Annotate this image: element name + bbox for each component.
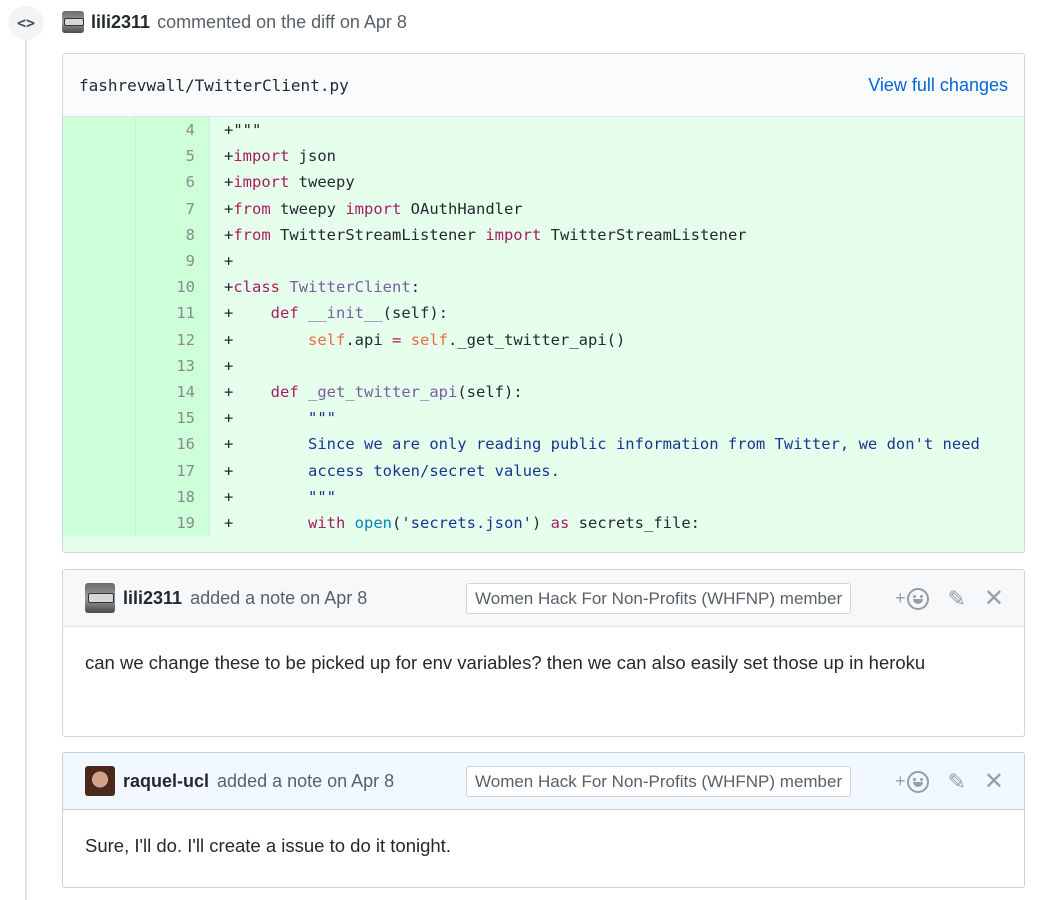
close-icon[interactable]: ✕	[984, 767, 1004, 796]
avatar[interactable]	[85, 583, 115, 613]
code-icon: <>	[8, 6, 44, 40]
line-number[interactable]: 4	[136, 117, 210, 144]
note-action-text: added a note on Apr 8	[217, 770, 395, 791]
code-line: 19 + with open('secrets.json') as secrets…	[63, 509, 1024, 536]
note-body: can we change these to be picked up for …	[85, 652, 926, 673]
code-line: 15 + """	[63, 405, 1024, 432]
line-number[interactable]: 8	[136, 221, 210, 248]
view-full-changes-link[interactable]: View full changes	[868, 75, 1008, 96]
code-line: 10 +class TwitterClient:	[63, 274, 1024, 301]
code-line: 11 + def __init__(self):	[63, 300, 1024, 327]
line-number[interactable]: 9	[136, 247, 210, 275]
line-number[interactable]: 14	[136, 378, 210, 406]
diff-header: fashrevwall/TwitterClient.py View full c…	[63, 54, 1024, 117]
close-icon[interactable]: ✕	[984, 584, 1004, 613]
line-number[interactable]: 12	[136, 326, 210, 353]
note-header: lili2311 added a note on Apr 8 Women Hac…	[63, 570, 1024, 627]
avatar[interactable]	[85, 766, 115, 796]
diff-panel: fashrevwall/TwitterClient.py View full c…	[62, 53, 1025, 553]
smiley-icon	[907, 770, 930, 793]
code-line: 14 + def _get_twitter_api(self):	[63, 378, 1024, 406]
code-line: 13 +	[63, 352, 1024, 379]
comment-action-text: commented on the diff on Apr 8	[157, 11, 407, 32]
code-line: 18 + """	[63, 483, 1024, 510]
review-note: lili2311 added a note on Apr 8 Women Hac…	[62, 569, 1025, 737]
code-line: 6 +import tweepy	[63, 169, 1024, 196]
line-number[interactable]: 10	[136, 274, 210, 301]
diff-code: 4 +""" 5 +import json 6 +import tweepy 7 +fr…	[63, 117, 1024, 552]
line-number[interactable]: 5	[136, 143, 210, 170]
code-line: 5 +import json	[63, 143, 1024, 170]
line-number[interactable]: 13	[136, 352, 210, 379]
note-body: Sure, I'll do. I'll create a issue to do…	[85, 835, 451, 856]
code-line: 17 + access token/secret values.	[63, 457, 1024, 484]
line-number[interactable]: 7	[136, 195, 210, 222]
author-link[interactable]: lili2311	[123, 588, 182, 609]
code-line: 7 +from tweepy import OAuthHandler	[63, 195, 1024, 222]
code-line: 12 + self.api = self._get_twitter_api()	[63, 326, 1024, 353]
timeline-line	[25, 40, 27, 900]
avatar[interactable]	[62, 11, 84, 33]
line-number[interactable]: 19	[136, 509, 210, 536]
member-badge: Women Hack For Non-Profits (WHFNP) membe…	[466, 583, 852, 614]
file-path[interactable]: fashrevwall/TwitterClient.py	[79, 76, 349, 95]
line-number[interactable]: 17	[136, 457, 210, 484]
review-note: raquel-ucl added a note on Apr 8 Women H…	[62, 752, 1025, 888]
pencil-icon[interactable]: ✎	[947, 586, 965, 612]
line-number[interactable]: 18	[136, 483, 210, 510]
code-line: 9 +	[63, 247, 1024, 275]
code-line: 16 + Since we are only reading public inf…	[63, 431, 1024, 458]
code-line: 8 +from TwitterStreamListener import Twit…	[63, 221, 1024, 248]
line-number[interactable]: 15	[136, 405, 210, 432]
add-reaction-button[interactable]: +	[895, 770, 930, 793]
smiley-icon	[907, 587, 930, 610]
note-header: raquel-ucl added a note on Apr 8 Women H…	[63, 753, 1024, 810]
pencil-icon[interactable]: ✎	[947, 769, 965, 795]
line-number[interactable]: 6	[136, 169, 210, 196]
note-action-text: added a note on Apr 8	[190, 587, 368, 608]
add-reaction-button[interactable]: +	[895, 587, 930, 610]
comment-header: lili2311 commented on the diff on Apr 8	[62, 10, 407, 34]
author-link[interactable]: raquel-ucl	[123, 771, 209, 792]
line-number[interactable]: 16	[136, 431, 210, 458]
line-number[interactable]: 11	[136, 300, 210, 327]
member-badge: Women Hack For Non-Profits (WHFNP) membe…	[466, 766, 852, 797]
code-line: 4 +"""	[63, 117, 1024, 144]
author-link[interactable]: lili2311	[91, 12, 150, 33]
